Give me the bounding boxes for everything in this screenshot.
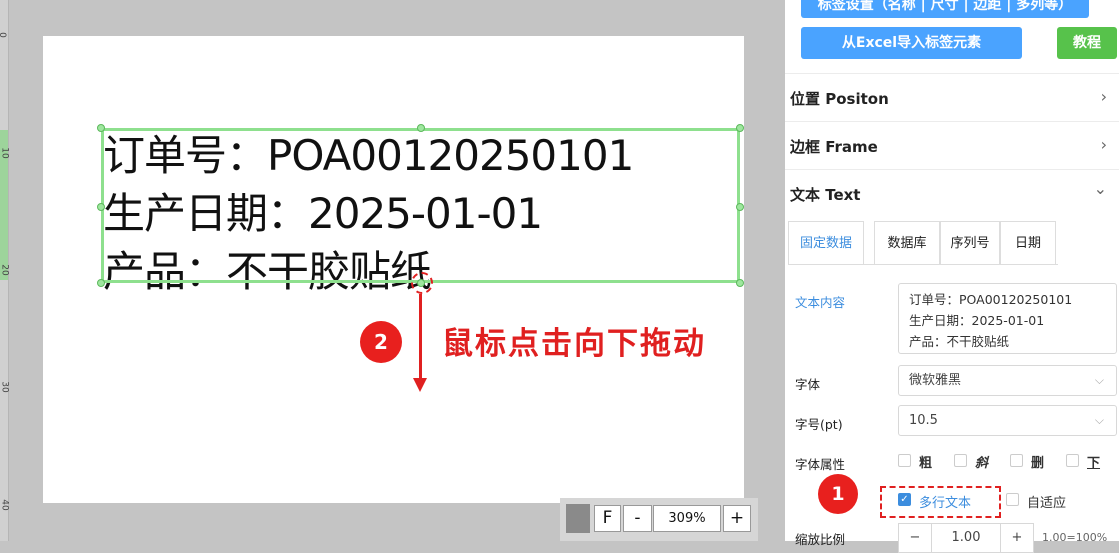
vertical-ruler: 0 10 20 30 40 <box>0 0 10 541</box>
step-2-instruction: 鼠标点击向下拖动 <box>442 326 706 362</box>
font-size-value: 10.5 <box>909 413 938 428</box>
underline-label: 下 <box>1087 456 1101 471</box>
chevron-down-icon: ⌵ <box>1094 373 1104 387</box>
section-text[interactable]: 文本 Text ⌄ <box>785 169 1119 217</box>
bold-label: 粗 <box>919 456 933 471</box>
ruler-mark: 40 <box>0 499 10 511</box>
multiline-checkbox[interactable]: ✓ <box>898 493 911 506</box>
underline-checkbox[interactable] <box>1066 454 1079 467</box>
section-position[interactable]: 位置 Positon › <box>785 73 1119 121</box>
autofit-checkbox[interactable] <box>1006 493 1019 506</box>
bold-checkbox[interactable] <box>898 454 911 467</box>
label-settings-button[interactable]: 标签设置（名称 | 尺寸 | 边距 | 多列等） <box>801 0 1089 18</box>
drag-arrow-line <box>419 294 422 380</box>
ruler-mark: 20 <box>0 264 10 276</box>
scale-increase-button[interactable]: + <box>1000 523 1034 553</box>
font-size-label: 字号(pt) <box>795 417 843 432</box>
text-content-label: 文本内容 <box>795 295 846 310</box>
resize-handle-top-right[interactable] <box>736 124 744 132</box>
italic-checkbox[interactable] <box>954 454 967 467</box>
drag-arrow-head <box>413 378 427 392</box>
tab-serial-number[interactable]: 序列号 <box>940 221 1000 264</box>
strikethrough-label: 删 <box>1031 456 1045 471</box>
chevron-right-icon: › <box>1100 87 1107 106</box>
chevron-down-icon: ⌵ <box>1094 413 1104 427</box>
autofit-label: 自适应 <box>1027 496 1067 511</box>
ruler-mark: 10 <box>0 147 10 159</box>
zoom-toolbar: F - 309% + <box>560 498 758 541</box>
selection-box[interactable] <box>101 128 740 283</box>
scale-decrease-button[interactable]: − <box>898 523 932 553</box>
fit-button[interactable]: F <box>594 505 621 532</box>
scale-input[interactable]: 1.00 <box>931 523 1001 553</box>
tab-database[interactable]: 数据库 <box>874 221 940 264</box>
font-value: 微软雅黑 <box>909 373 962 388</box>
resize-handle-top-left[interactable] <box>97 124 105 132</box>
tab-date[interactable]: 日期 <box>1000 221 1056 264</box>
resize-handle-top[interactable] <box>417 124 425 132</box>
step-1-badge: 1 <box>818 474 858 514</box>
import-excel-button[interactable]: 从Excel导入标签元素 <box>801 27 1022 59</box>
strikethrough-checkbox[interactable] <box>1010 454 1023 467</box>
zoom-in-button[interactable]: + <box>723 505 751 532</box>
drag-highlight-circle <box>411 272 433 294</box>
resize-handle-left[interactable] <box>97 203 105 211</box>
italic-label: 斜 <box>975 456 989 471</box>
zoom-out-button[interactable]: - <box>623 505 652 532</box>
text-source-tabs: 固定数据 数据库 序列号 日期 <box>788 221 1058 265</box>
section-title: 边框 Frame <box>790 138 878 156</box>
font-size-select[interactable]: 10.5 ⌵ <box>898 405 1117 436</box>
tab-fixed-data[interactable]: 固定数据 <box>788 221 864 264</box>
color-swatch[interactable] <box>566 504 590 533</box>
resize-handle-right[interactable] <box>736 203 744 211</box>
ruler-mark: 0 <box>0 32 7 38</box>
zoom-level-field[interactable]: 309% <box>653 505 721 532</box>
properties-panel: 标签设置（名称 | 尺寸 | 边距 | 多列等） 从Excel导入标签元素 教程… <box>785 0 1119 553</box>
resize-handle-bottom-left[interactable] <box>97 279 105 287</box>
chevron-right-icon: › <box>1100 135 1107 154</box>
font-select[interactable]: 微软雅黑 ⌵ <box>898 365 1117 396</box>
chevron-down-icon: ⌄ <box>1093 179 1107 198</box>
font-style-label: 字体属性 <box>795 457 846 472</box>
scale-hint: 1.00=100% <box>1042 531 1108 544</box>
resize-handle-bottom-right[interactable] <box>736 279 744 287</box>
font-label: 字体 <box>795 377 821 392</box>
step-2-badge: 2 <box>360 321 402 363</box>
ruler-mark: 30 <box>0 381 10 393</box>
tutorial-button[interactable]: 教程 <box>1057 27 1117 59</box>
section-title: 文本 Text <box>790 186 861 204</box>
text-content-input[interactable]: 订单号：POA00120250101 生产日期：2025-01-01 产品：不干… <box>898 283 1117 354</box>
section-frame[interactable]: 边框 Frame › <box>785 121 1119 169</box>
scale-label: 缩放比例 <box>795 532 846 547</box>
multiline-label: 多行文本 <box>919 496 972 511</box>
section-title: 位置 Positon <box>790 90 889 108</box>
